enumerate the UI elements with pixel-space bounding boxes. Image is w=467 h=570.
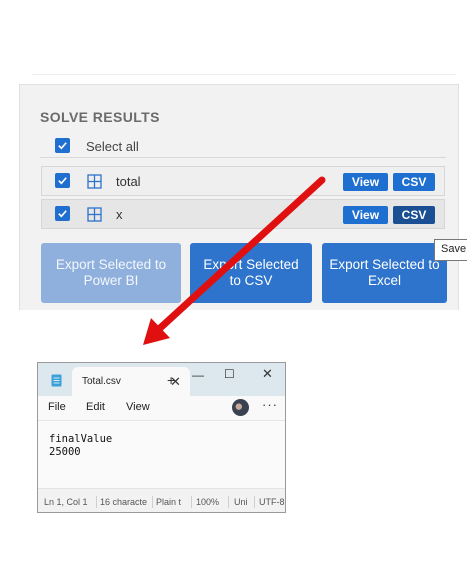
row-checkbox[interactable] (55, 206, 70, 221)
result-row-x: x View CSV (41, 199, 445, 229)
status-bar: Ln 1, Col 1 16 characte Plain t 100% Uni… (38, 488, 285, 512)
file-content: finalValue 25000 (49, 433, 113, 458)
cursor-position: Ln 1, Col 1 (44, 497, 88, 507)
row-checkbox[interactable] (55, 173, 70, 188)
plus-icon[interactable]: + (167, 372, 175, 388)
character-count: 16 characte (100, 497, 148, 507)
maximize-icon[interactable]: ☐ (224, 367, 235, 381)
save-tooltip: Save (434, 239, 467, 261)
result-row-total: total View CSV (41, 166, 445, 196)
divider (191, 496, 192, 508)
csv-button[interactable]: CSV (393, 206, 435, 224)
divider (152, 496, 153, 508)
solve-results-panel: SOLVE RESULTS Select all total View CSV … (19, 84, 459, 310)
select-all-label: Select all (86, 139, 139, 154)
export-csv-button[interactable]: Export Selected to CSV (190, 243, 312, 303)
minimize-icon[interactable]: — (192, 368, 204, 382)
csv-button[interactable]: CSV (393, 173, 435, 191)
tab-title: Total.csv (82, 376, 121, 387)
menu-edit[interactable]: Edit (86, 401, 105, 413)
menu-bar: File Edit View ··· (38, 396, 285, 420)
table-grid-icon (87, 174, 102, 189)
menu-file[interactable]: File (48, 401, 66, 413)
top-page-area (32, 0, 456, 75)
checkbox-checked-icon (58, 142, 67, 150)
checkbox-checked-icon (58, 177, 67, 185)
title-bar: Total.csv ✕ + — ☐ ✕ (38, 363, 285, 396)
divider (96, 496, 97, 508)
select-all-checkbox[interactable] (55, 138, 70, 153)
row-label: x (116, 207, 123, 222)
table-grid-icon (87, 207, 102, 222)
text-format[interactable]: Plain t (156, 497, 181, 507)
export-excel-button[interactable]: Export Selected to Excel (322, 243, 447, 303)
view-button[interactable]: View (343, 206, 388, 224)
view-button[interactable]: View (343, 173, 388, 191)
row-label: total (116, 174, 141, 189)
divider (40, 157, 446, 158)
close-icon[interactable]: ✕ (262, 366, 273, 382)
divider (254, 496, 255, 508)
zoom-level: 100% (196, 497, 220, 507)
panel-title: SOLVE RESULTS (40, 109, 160, 125)
notepad-app-icon (51, 374, 62, 387)
more-icon[interactable]: ··· (262, 397, 278, 412)
line-endings: Uni (234, 497, 248, 507)
notepad-window: Total.csv ✕ + — ☐ ✕ File Edit View ··· f… (37, 362, 286, 513)
export-power-bi-button[interactable]: Export Selected to Power BI (41, 243, 181, 303)
avatar[interactable] (232, 399, 249, 416)
text-editor[interactable]: finalValue 25000 (38, 420, 285, 489)
encoding: UTF-8 (259, 497, 285, 507)
divider (228, 496, 229, 508)
checkbox-checked-icon (58, 210, 67, 218)
menu-view[interactable]: View (126, 401, 150, 413)
